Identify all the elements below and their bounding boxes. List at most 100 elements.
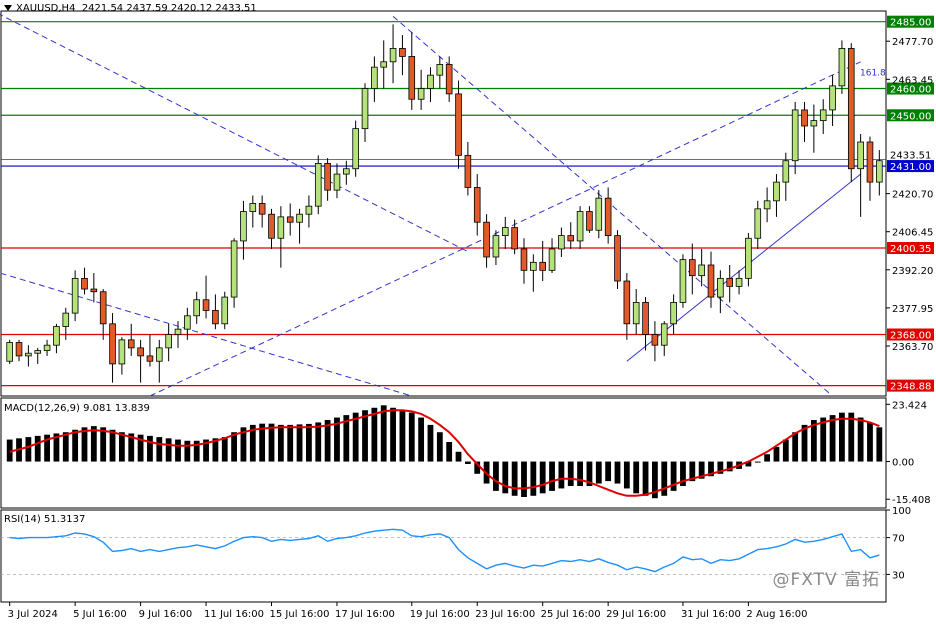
time-tick-label: 31 Jul 16:00 bbox=[681, 609, 741, 620]
level-tag-label: 2450.00 bbox=[890, 111, 931, 122]
rsi-line bbox=[9, 528, 880, 573]
price-tick-label: 2377.95 bbox=[892, 304, 933, 315]
candle-body bbox=[707, 264, 715, 298]
macd-bar bbox=[539, 461, 546, 494]
macd-bar bbox=[764, 454, 771, 462]
candle-body bbox=[53, 326, 60, 346]
ohlc-label: 2421.54 2437.59 2420.12 2433.51 bbox=[81, 3, 257, 14]
candle-body bbox=[249, 203, 257, 212]
candle-body bbox=[866, 141, 874, 183]
candle-body bbox=[501, 227, 509, 236]
macd-bar bbox=[399, 410, 406, 462]
macd-bar bbox=[175, 439, 181, 462]
macd-bar bbox=[418, 417, 425, 462]
macd-bar bbox=[221, 437, 228, 462]
time-tick-label: 15 Jul 16:00 bbox=[270, 609, 330, 620]
candle-body bbox=[660, 323, 668, 346]
candle-body bbox=[651, 334, 659, 346]
current-price-label: 2433.51 bbox=[890, 150, 931, 161]
candle-body bbox=[436, 64, 444, 76]
macd-bar bbox=[380, 405, 387, 462]
level-tag-label: 2368.00 bbox=[890, 331, 931, 342]
candle-body bbox=[726, 277, 734, 287]
macd-bar bbox=[315, 422, 322, 462]
candle-body bbox=[81, 277, 88, 290]
candle-body bbox=[71, 277, 79, 314]
macd-bar bbox=[147, 435, 153, 462]
candle-body bbox=[202, 299, 210, 311]
candle-body bbox=[604, 197, 612, 236]
time-tick-label: 23 Jul 16:00 bbox=[475, 609, 535, 620]
macd-bar bbox=[521, 461, 527, 497]
time-tick-label: 25 Jul 16:00 bbox=[541, 609, 601, 620]
macd-bar bbox=[231, 432, 237, 462]
candle-body bbox=[679, 259, 687, 303]
candle-body bbox=[548, 248, 556, 271]
candle-body bbox=[623, 280, 631, 325]
candle-body bbox=[586, 211, 593, 231]
macd-bar bbox=[268, 423, 275, 462]
candle-body bbox=[698, 264, 705, 277]
macd-bar bbox=[455, 451, 462, 462]
macd-bar bbox=[165, 438, 172, 462]
candle-body bbox=[333, 173, 341, 191]
macd-bar bbox=[184, 440, 191, 462]
macd-bar bbox=[362, 410, 368, 462]
time-tick-label: 19 Jul 16:00 bbox=[410, 609, 470, 620]
rsi-label: RSI(14) 51.3137 bbox=[4, 514, 86, 525]
candle-body bbox=[473, 187, 481, 223]
candle-body bbox=[614, 235, 621, 282]
candle-body bbox=[427, 74, 434, 89]
time-tick-label: 2 Aug 16:00 bbox=[746, 609, 807, 620]
macd-bar bbox=[502, 461, 509, 494]
candle-body bbox=[539, 261, 546, 271]
candle-body bbox=[408, 56, 416, 100]
macd-bar bbox=[792, 432, 799, 462]
candle-body bbox=[511, 227, 518, 250]
macd-bar bbox=[773, 446, 780, 462]
candle-body bbox=[296, 213, 303, 223]
candle-body bbox=[717, 277, 724, 298]
macd-bar bbox=[408, 412, 415, 462]
candle-body bbox=[352, 128, 359, 170]
time-tick-label: 9 Jul 16:00 bbox=[139, 609, 193, 620]
candle-body bbox=[109, 323, 116, 365]
candle-body bbox=[361, 88, 369, 130]
candle-body bbox=[221, 296, 229, 325]
candle-body bbox=[380, 61, 388, 68]
pane-frame-2 bbox=[0, 509, 887, 603]
candle-body bbox=[277, 216, 285, 239]
rsi-tick-label: 30 bbox=[892, 570, 905, 581]
candle-body bbox=[847, 48, 855, 170]
chart-header: XAUUSD,H4 2421.54 2437.59 2420.12 2433.5… bbox=[4, 3, 257, 14]
candle-body bbox=[34, 350, 42, 354]
time-tick-label: 17 Jul 16:00 bbox=[335, 609, 395, 620]
price-tick-label: 2363.70 bbox=[892, 342, 933, 353]
macd-bar bbox=[857, 417, 864, 462]
candle-body bbox=[343, 168, 350, 175]
macd-bar bbox=[530, 461, 537, 496]
level-tag-label: 2485.00 bbox=[890, 18, 931, 29]
candle-body bbox=[642, 302, 649, 335]
candle-body bbox=[567, 235, 575, 242]
candle-body bbox=[782, 160, 790, 183]
macd-bar bbox=[427, 424, 434, 462]
rsi-tick-label: 100 bbox=[892, 506, 911, 517]
candle-body bbox=[15, 342, 23, 357]
level-tag-label: 2431.00 bbox=[890, 162, 931, 173]
macd-bar bbox=[567, 461, 574, 486]
candle-body bbox=[632, 302, 640, 325]
macd-bar bbox=[156, 437, 163, 462]
candle-body bbox=[876, 160, 883, 183]
macd-bar bbox=[100, 427, 107, 462]
macd-bar bbox=[595, 461, 602, 484]
macd-bar bbox=[464, 461, 471, 464]
dropdown-triangle-icon[interactable] bbox=[4, 5, 12, 11]
macd-bar bbox=[25, 437, 32, 462]
rsi-tick-label: 70 bbox=[892, 534, 905, 545]
candle-body bbox=[455, 93, 462, 156]
macd-bar bbox=[436, 432, 443, 462]
candle-body bbox=[43, 344, 51, 351]
candle-body bbox=[670, 302, 677, 325]
candle-body bbox=[520, 248, 528, 271]
